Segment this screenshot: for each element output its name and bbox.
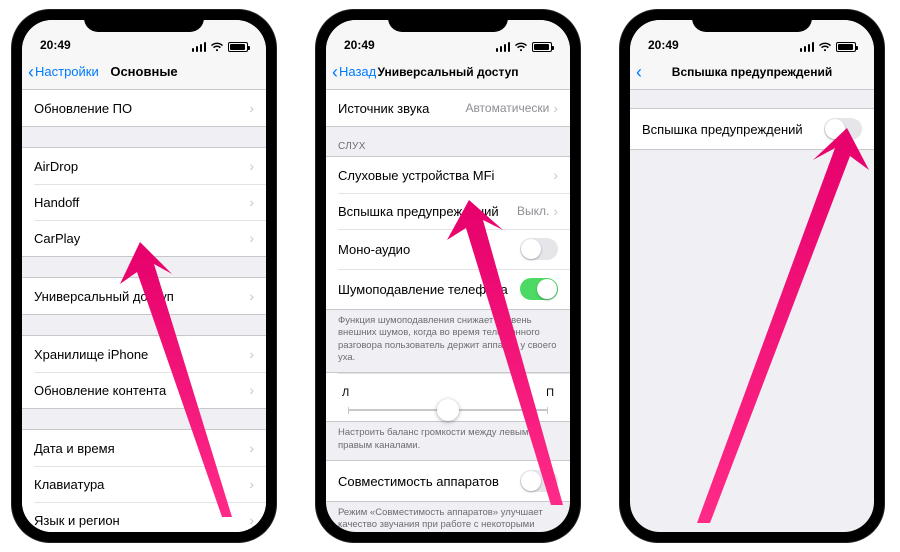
cellular-signal-icon [192, 42, 207, 52]
chevron-right-icon: › [249, 194, 254, 210]
switch-mono-audio[interactable] [520, 238, 558, 260]
chevron-right-icon: › [553, 167, 558, 183]
wifi-icon [818, 42, 832, 52]
row-label: Обновление контента [34, 383, 166, 398]
back-button[interactable]: ‹ [636, 63, 643, 81]
status-time: 20:49 [648, 38, 679, 52]
row-label: Слуховые устройства MFi [338, 168, 494, 183]
switch-noise-cancel[interactable] [520, 278, 558, 300]
notch [692, 10, 812, 32]
row-label: Handoff [34, 195, 79, 210]
flash-list[interactable]: Вспышка предупреждений [630, 90, 874, 532]
balance-right-label: П [546, 387, 554, 399]
balance-slider-row: Л П [326, 373, 570, 421]
row-label: CarPlay [34, 231, 80, 246]
row-carplay[interactable]: CarPlay › [22, 220, 266, 256]
chevron-left-icon: ‹ [332, 63, 338, 81]
phone-frame-2: 20:49 ‹ Назад Универсальный доступ Источ… [316, 10, 580, 542]
row-noise-cancel[interactable]: Шумоподавление телефона [326, 269, 570, 309]
back-button[interactable]: ‹ Назад [332, 63, 376, 81]
row-led-flash-toggle[interactable]: Вспышка предупреждений [630, 109, 874, 149]
status-time: 20:49 [40, 38, 71, 52]
chevron-right-icon: › [249, 158, 254, 174]
chevron-right-icon: › [553, 203, 558, 219]
nav-title: Вспышка предупреждений [630, 65, 874, 79]
wifi-icon [210, 42, 224, 52]
balance-left-label: Л [342, 387, 349, 399]
switch-led-flash[interactable] [824, 118, 862, 140]
settings-list[interactable]: Обновление ПО › AirDrop › Handoff › CarPla… [22, 90, 266, 532]
row-label: Вспышка предупреждений [642, 122, 803, 137]
row-handoff[interactable]: Handoff › [22, 184, 266, 220]
row-value: Автоматически [465, 101, 549, 115]
chevron-right-icon: › [249, 230, 254, 246]
chevron-left-icon: ‹ [28, 63, 34, 81]
row-value: Выкл. [517, 204, 549, 218]
chevron-right-icon: › [249, 440, 254, 456]
row-label: Шумоподавление телефона [338, 282, 508, 297]
row-keyboard[interactable]: Клавиатура › [22, 466, 266, 502]
battery-icon [836, 42, 856, 52]
screen-3: 20:49 ‹ Вспышка предупреждений Вспышка п… [630, 20, 874, 532]
wifi-icon [514, 42, 528, 52]
row-label: Хранилище iPhone [34, 347, 148, 362]
row-label: Универсальный доступ [34, 289, 174, 304]
row-label: Вспышка предупреждений [338, 204, 499, 219]
chevron-right-icon: › [249, 512, 254, 528]
compat-note: Режим «Совместимость аппаратов» улучшает… [326, 502, 570, 532]
row-software-update[interactable]: Обновление ПО › [22, 90, 266, 126]
row-language-region[interactable]: Язык и регион › [22, 502, 266, 532]
screen-2: 20:49 ‹ Назад Универсальный доступ Источ… [326, 20, 570, 532]
chevron-right-icon: › [553, 100, 558, 116]
row-label: Моно-аудио [338, 242, 410, 257]
row-accessibility[interactable]: Универсальный доступ › [22, 278, 266, 314]
back-label: Назад [339, 64, 376, 79]
row-airdrop[interactable]: AirDrop › [22, 148, 266, 184]
notch [388, 10, 508, 32]
row-date-time[interactable]: Дата и время › [22, 430, 266, 466]
row-label: Дата и время [34, 441, 115, 456]
nav-bar: ‹ Назад Универсальный доступ [326, 54, 570, 90]
chevron-right-icon: › [249, 346, 254, 362]
balance-note: Настроить баланс громкости между левым и… [326, 422, 570, 460]
chevron-right-icon: › [249, 476, 254, 492]
nav-bar: ‹ Вспышка предупреждений [630, 54, 874, 90]
row-audio-source[interactable]: Источник звука Автоматически › [326, 90, 570, 126]
back-label: Настройки [35, 64, 99, 79]
row-mfi-hearing[interactable]: Слуховые устройства MFi › [326, 157, 570, 193]
slider-knob[interactable] [437, 399, 459, 421]
row-label: Язык и регион [34, 513, 120, 528]
nav-bar: ‹ Настройки Основные [22, 54, 266, 90]
chevron-right-icon: › [249, 100, 254, 116]
screen-1: 20:49 ‹ Настройки Основные Обновление ПО… [22, 20, 266, 532]
chevron-right-icon: › [249, 382, 254, 398]
row-label: Обновление ПО [34, 101, 132, 116]
row-iphone-storage[interactable]: Хранилище iPhone › [22, 336, 266, 372]
row-label: Клавиатура [34, 477, 104, 492]
chevron-left-icon: ‹ [636, 63, 642, 81]
cellular-signal-icon [800, 42, 815, 52]
row-label: Источник звука [338, 101, 429, 116]
accessibility-list[interactable]: Источник звука Автоматически › СЛУХ Слухо… [326, 90, 570, 532]
notch [84, 10, 204, 32]
balance-slider[interactable] [348, 409, 548, 411]
chevron-right-icon: › [249, 288, 254, 304]
switch-hearing-compat[interactable] [520, 470, 558, 492]
back-button[interactable]: ‹ Настройки [28, 63, 99, 81]
cellular-signal-icon [496, 42, 511, 52]
row-label: Совместимость аппаратов [338, 474, 499, 489]
row-mono-audio[interactable]: Моно-аудио [326, 229, 570, 269]
noise-note: Функция шумоподавления снижает уровень в… [326, 310, 570, 372]
phone-frame-3: 20:49 ‹ Вспышка предупреждений Вспышка п… [620, 10, 884, 542]
row-label: AirDrop [34, 159, 78, 174]
battery-icon [532, 42, 552, 52]
row-hearing-compat[interactable]: Совместимость аппаратов [326, 461, 570, 501]
row-background-refresh[interactable]: Обновление контента › [22, 372, 266, 408]
row-led-flash[interactable]: Вспышка предупреждений Выкл. › [326, 193, 570, 229]
section-hearing: СЛУХ [326, 127, 570, 156]
status-time: 20:49 [344, 38, 375, 52]
phone-frame-1: 20:49 ‹ Настройки Основные Обновление ПО… [12, 10, 276, 542]
battery-icon [228, 42, 248, 52]
